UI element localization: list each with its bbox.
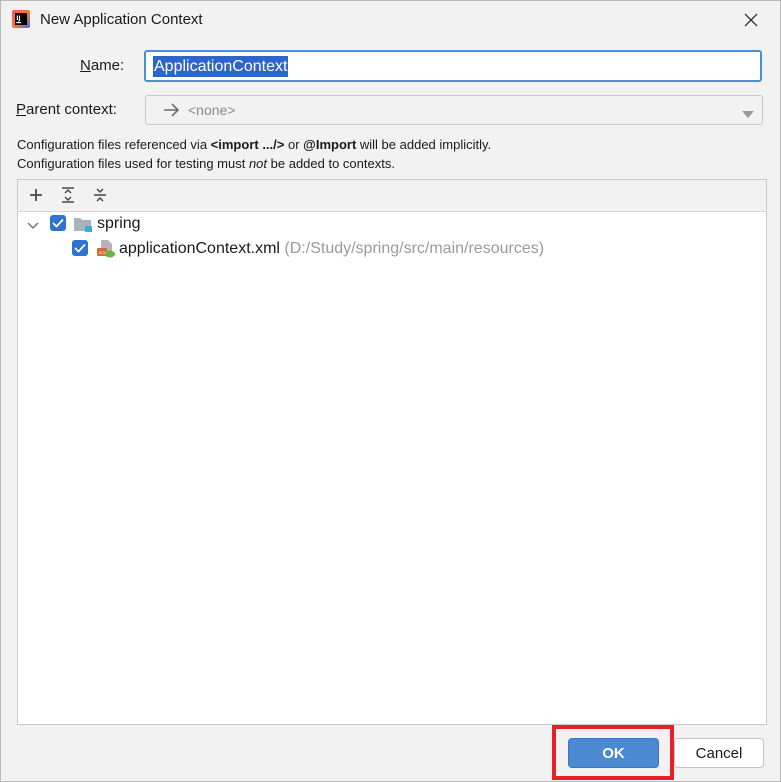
name-input-value: ApplicationContext	[153, 56, 289, 77]
spring-checkbox[interactable]	[50, 215, 66, 231]
expand-all-button[interactable]	[58, 185, 78, 205]
tree-item-applicationcontext-xml[interactable]: <> applicationContext.xml (D:/Study/spri…	[18, 238, 766, 260]
window-title: New Application Context	[40, 11, 203, 28]
collapse-all-button[interactable]	[90, 185, 110, 205]
svg-text:IJ: IJ	[16, 15, 20, 22]
parent-context-select[interactable]: <none>	[145, 95, 763, 125]
dropdown-arrow-icon	[742, 107, 754, 122]
tree-item-label: applicationContext.xml (D:/Study/spring/…	[119, 240, 545, 257]
info-line-imports: Configuration files referenced via <impo…	[17, 137, 492, 152]
info-line-testing: Configuration files used for testing mus…	[17, 156, 395, 171]
expand-all-icon	[62, 187, 74, 203]
tree-toolbar	[18, 180, 766, 212]
add-button[interactable]	[26, 185, 46, 205]
close-button[interactable]	[736, 5, 766, 35]
collapse-all-icon	[94, 188, 106, 202]
checkmark-icon	[74, 243, 86, 253]
cancel-button[interactable]: Cancel	[674, 738, 764, 768]
file-path: (D:/Study/spring/src/main/resources)	[284, 240, 545, 257]
tree-item-spring[interactable]: spring	[18, 213, 766, 235]
parent-context-label: Parent context:	[16, 101, 117, 118]
close-icon	[744, 13, 758, 27]
name-input[interactable]: ApplicationContext	[144, 50, 762, 82]
parent-context-value: <none>	[188, 102, 236, 118]
config-files-tree-panel: spring <> applicationContext.xml (D:/Stu…	[17, 179, 767, 725]
title-bar: IJ New Application Context	[1, 1, 780, 39]
tree-item-label: spring	[97, 215, 141, 232]
dialog-window: IJ New Application Context Name: Applica…	[0, 0, 781, 782]
checkmark-icon	[52, 218, 64, 228]
spring-xml-icon: <>	[96, 239, 116, 262]
intellij-app-icon: IJ	[12, 10, 30, 28]
chevron-down-icon[interactable]	[27, 218, 39, 233]
plus-icon	[30, 189, 42, 201]
applicationcontext-xml-checkbox[interactable]	[72, 240, 88, 256]
name-label: Name:	[80, 57, 125, 74]
ok-button[interactable]: OK	[568, 738, 659, 768]
module-folder-icon	[73, 215, 93, 236]
arrow-right-icon	[163, 102, 181, 121]
